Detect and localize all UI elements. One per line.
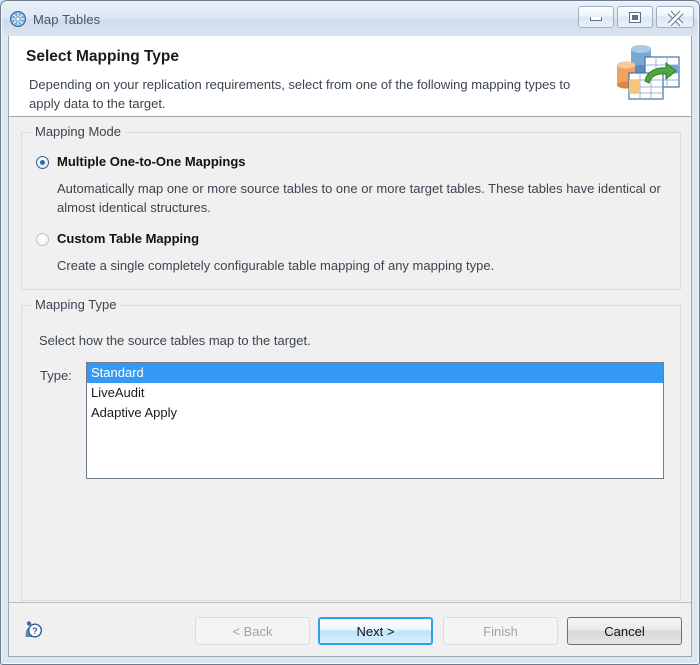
list-item[interactable]: LiveAudit (87, 383, 663, 403)
finish-button[interactable]: Finish (443, 617, 558, 645)
radio-custom-table-mapping-description: Create a single completely configurable … (57, 258, 495, 273)
svg-text:?: ? (32, 626, 38, 636)
close-button[interactable] (656, 6, 694, 28)
mapping-type-instruction: Select how the source tables map to the … (39, 333, 311, 348)
radio-button-unselected-icon[interactable] (36, 233, 49, 246)
next-button[interactable]: Next > (318, 617, 433, 645)
radio-multiple-one-to-one[interactable]: Multiple One-to-One Mappings (36, 154, 246, 169)
list-item[interactable]: Standard (87, 363, 663, 383)
mapping-mode-group: Mapping Mode Multiple One-to-One Mapping… (21, 124, 681, 290)
back-button[interactable]: < Back (195, 617, 310, 645)
window-controls (578, 6, 694, 28)
radio-multiple-one-to-one-description: Automatically map one or more source tab… (57, 181, 661, 215)
radio-custom-table-mapping[interactable]: Custom Table Mapping (36, 231, 199, 246)
wizard-banner: Select Mapping Type Depending on your re… (9, 36, 691, 117)
maximize-button[interactable] (617, 6, 653, 28)
mapping-type-listbox[interactable]: Standard LiveAudit Adaptive Apply (86, 362, 664, 479)
wizard-content: Mapping Mode Multiple One-to-One Mapping… (9, 117, 691, 656)
dialog-client-area: Select Mapping Type Depending on your re… (8, 36, 692, 657)
close-icon (668, 11, 682, 23)
mapping-type-group: Mapping Type Select how the source table… (21, 297, 681, 601)
mapping-type-group-label: Mapping Type (31, 297, 121, 312)
help-icon[interactable]: ? (23, 619, 43, 639)
minimize-icon (590, 17, 602, 21)
radio-multiple-one-to-one-label: Multiple One-to-One Mappings (57, 154, 246, 169)
globe-icon (10, 11, 26, 27)
minimize-button[interactable] (578, 6, 614, 28)
cancel-button[interactable]: Cancel (567, 617, 682, 645)
page-description: Depending on your replication requiremen… (29, 77, 571, 111)
page-title: Select Mapping Type (26, 48, 180, 65)
mapping-mode-group-label: Mapping Mode (31, 124, 125, 139)
dialog-button-bar: ? < Back Next > Finish Cancel (9, 602, 691, 656)
radio-custom-table-mapping-label: Custom Table Mapping (57, 231, 200, 246)
type-field-label: Type: (40, 368, 72, 383)
map-tables-dialog: Map Tables Select Mapping Type Depending… (0, 0, 700, 665)
list-item[interactable]: Adaptive Apply (87, 403, 663, 423)
maximize-icon (629, 11, 641, 23)
map-tables-banner-icon (617, 45, 680, 100)
window-title: Map Tables (33, 11, 101, 27)
radio-button-selected-icon[interactable] (36, 156, 49, 169)
